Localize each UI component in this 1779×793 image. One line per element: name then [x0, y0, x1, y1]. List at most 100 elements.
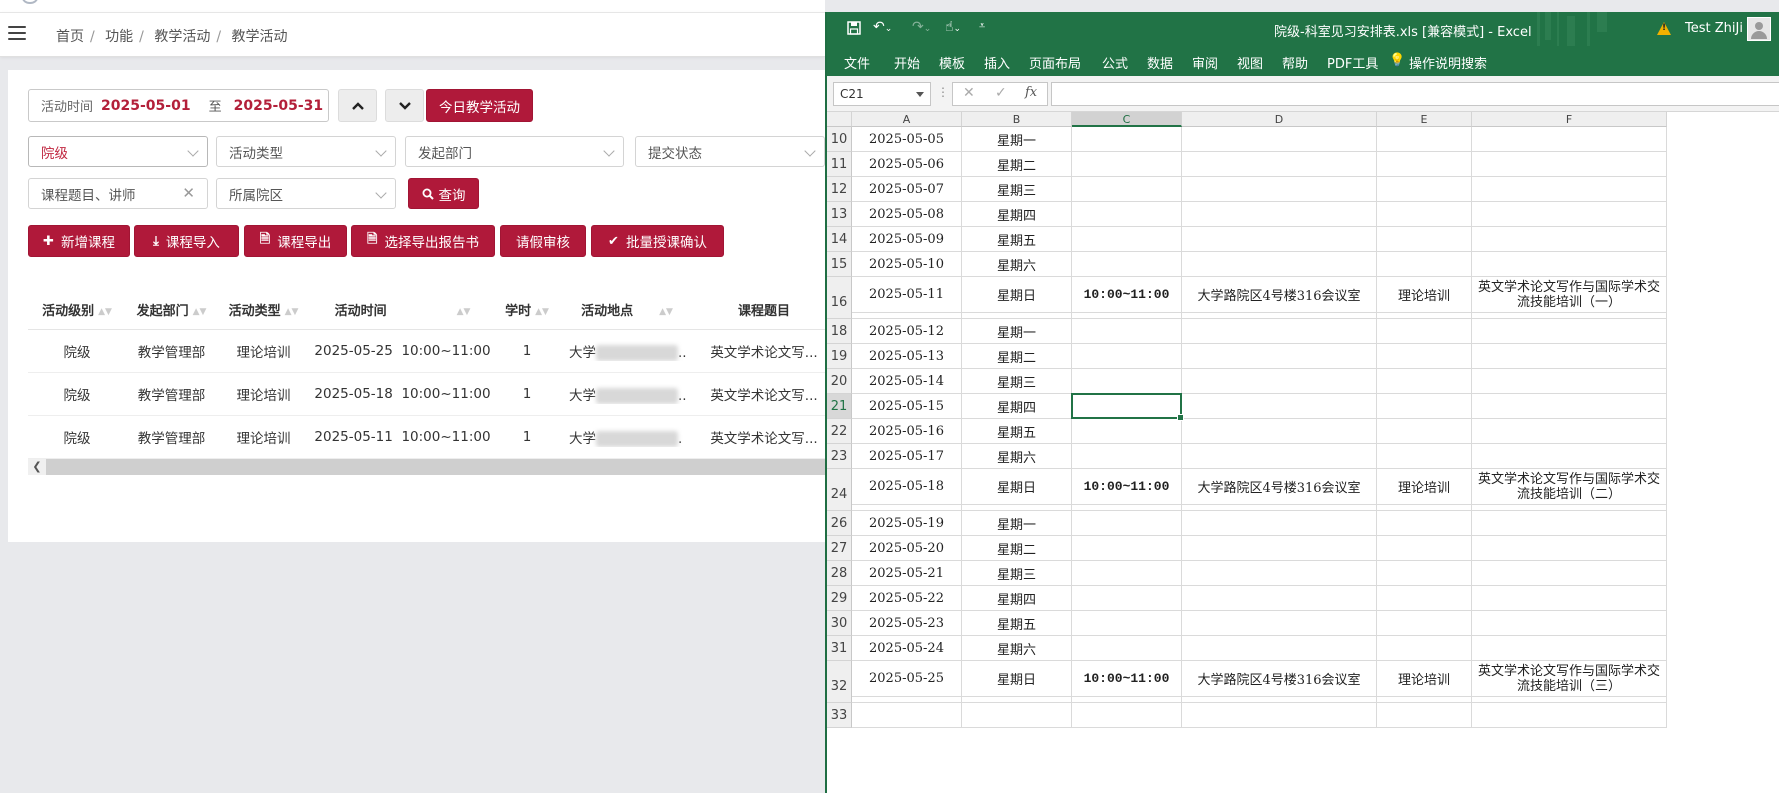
cell-d10[interactable]	[1182, 127, 1377, 152]
col-header-level[interactable]: 活动级别 ▲▼	[28, 300, 126, 319]
date-to[interactable]: 2025-05-31	[234, 98, 324, 114]
export-report-button[interactable]: 🗎 选择导出报告书	[351, 225, 495, 257]
cell-a13[interactable]: 2025-05-08	[852, 202, 962, 227]
row-header-31[interactable]: 31	[827, 636, 852, 661]
cell-d21[interactable]	[1182, 394, 1377, 419]
row-header-23[interactable]: 23	[827, 444, 852, 469]
cell-d12[interactable]	[1182, 177, 1377, 202]
column-header-b[interactable]: B	[962, 112, 1072, 127]
cell-f13[interactable]	[1472, 202, 1667, 227]
leave-review-button[interactable]: 请假审核	[500, 225, 586, 257]
cell-b33[interactable]	[962, 703, 1072, 728]
row-header-27[interactable]: 27	[827, 536, 852, 561]
row-header-33[interactable]: 33	[827, 703, 852, 728]
import-course-button[interactable]: ⤓ 课程导入	[134, 225, 239, 257]
cell-a20[interactable]: 2025-05-14	[852, 369, 962, 394]
cell-d18[interactable]	[1182, 319, 1377, 344]
tab-file[interactable]: 文件	[844, 53, 870, 72]
clear-icon[interactable]: ✕	[182, 184, 195, 202]
cell-d13[interactable]	[1182, 202, 1377, 227]
cell-d22[interactable]	[1182, 419, 1377, 444]
cell-d24[interactable]: 大学路院区4号楼316会议室	[1182, 469, 1377, 505]
campus-select[interactable]: 所属院区	[216, 178, 396, 209]
column-header-c[interactable]: C	[1072, 112, 1182, 127]
cell-e10[interactable]	[1377, 127, 1472, 152]
cell-f20[interactable]	[1472, 369, 1667, 394]
row-header-13[interactable]: 13	[827, 202, 852, 227]
cell-f30[interactable]	[1472, 611, 1667, 636]
cell-b27[interactable]: 星期二	[962, 536, 1072, 561]
row-header-28[interactable]: 28	[827, 561, 852, 586]
row-header-22[interactable]: 22	[827, 419, 852, 444]
cell-a33[interactable]	[852, 703, 962, 728]
cell-f33[interactable]	[1472, 703, 1667, 728]
status-select[interactable]: 提交状态	[635, 136, 825, 167]
row-header-32[interactable]: 32	[827, 661, 852, 703]
row-header-18[interactable]: 18	[827, 319, 852, 344]
row-header-24[interactable]: 24	[827, 469, 852, 511]
cell-a23[interactable]: 2025-05-17	[852, 444, 962, 469]
level-select[interactable]: 院级	[28, 136, 208, 167]
date-from[interactable]: 2025-05-01	[101, 98, 191, 114]
tab-view[interactable]: 视图	[1237, 53, 1263, 72]
col-header-dept[interactable]: 发起部门 ▲▼	[126, 300, 217, 319]
cell-a28[interactable]: 2025-05-21	[852, 561, 962, 586]
cell-b19[interactable]: 星期二	[962, 344, 1072, 369]
cell-b16[interactable]: 星期日	[962, 277, 1072, 313]
cell-b32[interactable]: 星期日	[962, 661, 1072, 697]
cell-a10[interactable]: 2025-05-05	[852, 127, 962, 152]
cell-c15[interactable]	[1072, 252, 1182, 277]
cell-e23[interactable]	[1377, 444, 1472, 469]
cell-c27[interactable]	[1072, 536, 1182, 561]
cell-c22[interactable]	[1072, 419, 1182, 444]
cell-e33[interactable]	[1377, 703, 1472, 728]
touch-mode-icon[interactable]: ☝⌄	[945, 19, 961, 35]
column-header-e[interactable]: E	[1377, 112, 1472, 127]
breadcrumb-function[interactable]: 功能	[105, 29, 133, 45]
cell-f15[interactable]	[1472, 252, 1667, 277]
tab-review[interactable]: 审阅	[1192, 53, 1218, 72]
cell-f32[interactable]: 英文学术论文写作与国际学术交流技能培训（三）	[1472, 661, 1667, 697]
cell-b10[interactable]: 星期一	[962, 127, 1072, 152]
cell-e30[interactable]	[1377, 611, 1472, 636]
cell-e15[interactable]	[1377, 252, 1472, 277]
select-all-corner[interactable]	[827, 112, 852, 127]
cell-b23[interactable]: 星期六	[962, 444, 1072, 469]
tab-home[interactable]: 开始	[894, 53, 920, 72]
cell-e28[interactable]	[1377, 561, 1472, 586]
cell-d23[interactable]	[1182, 444, 1377, 469]
cell-f19[interactable]	[1472, 344, 1667, 369]
cell-f28[interactable]	[1472, 561, 1667, 586]
cell-a15[interactable]: 2025-05-10	[852, 252, 962, 277]
cell-d30[interactable]	[1182, 611, 1377, 636]
cell-c23[interactable]	[1072, 444, 1182, 469]
cell-a14[interactable]: 2025-05-09	[852, 227, 962, 252]
row-header-19[interactable]: 19	[827, 344, 852, 369]
cell-e29[interactable]	[1377, 586, 1472, 611]
date-range-picker[interactable]: 活动时间 2025-05-01 至 2025-05-31	[28, 89, 329, 122]
redo-icon[interactable]: ↷⌄	[912, 19, 931, 35]
customize-qat-icon[interactable]: ⩡	[979, 19, 985, 33]
cell-d16[interactable]: 大学路院区4号楼316会议室	[1182, 277, 1377, 313]
cell-a19[interactable]: 2025-05-13	[852, 344, 962, 369]
query-button[interactable]: 查询	[408, 178, 479, 209]
cell-b29[interactable]: 星期四	[962, 586, 1072, 611]
cell-e20[interactable]	[1377, 369, 1472, 394]
tab-data[interactable]: 数据	[1147, 53, 1173, 72]
cell-e24[interactable]: 理论培训	[1377, 469, 1472, 505]
table-row[interactable]: 院级 教学管理部 理论培训 2025-05-11 10:00~11:00 1 大…	[28, 416, 833, 459]
cell-a27[interactable]: 2025-05-20	[852, 536, 962, 561]
batch-confirm-button[interactable]: ✔ 批量授课确认	[591, 225, 724, 257]
cell-f12[interactable]	[1472, 177, 1667, 202]
cell-e12[interactable]	[1377, 177, 1472, 202]
cell-c30[interactable]	[1072, 611, 1182, 636]
tab-page-layout[interactable]: 页面布局	[1029, 53, 1081, 72]
cell-e13[interactable]	[1377, 202, 1472, 227]
breadcrumb-home[interactable]: 首页	[56, 29, 84, 45]
cell-f21[interactable]	[1472, 394, 1667, 419]
cell-c24[interactable]: 10:00~11:00	[1072, 469, 1182, 505]
cell-f24[interactable]: 英文学术论文写作与国际学术交流技能培训（二）	[1472, 469, 1667, 505]
cell-d33[interactable]	[1182, 703, 1377, 728]
cell-a30[interactable]: 2025-05-23	[852, 611, 962, 636]
today-activity-button[interactable]: 今日教学活动	[426, 89, 533, 122]
